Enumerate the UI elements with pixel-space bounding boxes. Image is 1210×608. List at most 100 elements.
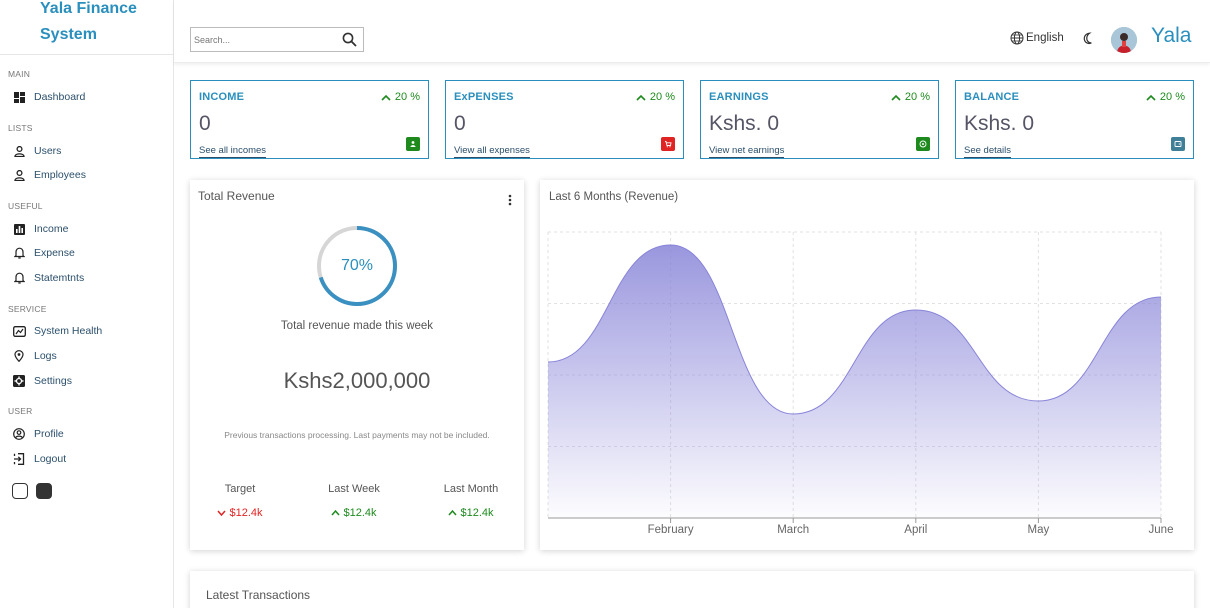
sidebar-item-expense[interactable]: Expense [12,244,75,262]
avatar[interactable] [1111,27,1137,53]
latest-transactions-card: Latest Transactions [190,571,1194,608]
section-title-user: USER [8,406,33,416]
revenue-note: Previous transactions processing. Last p… [224,430,490,440]
username[interactable]: Yala [1151,24,1191,48]
chevron-up-icon [331,510,341,516]
section-title-main: MAIN [8,69,31,79]
bell-icon [12,271,26,285]
widget-percent: 20 % [381,91,420,103]
sidebar-item-logs[interactable]: Logs [12,347,57,365]
section-title-lists: LISTS [8,123,33,133]
location-icon [12,349,26,363]
app-title: Yala Finance System [40,0,160,48]
revenue-progress-label: 70% [340,257,374,274]
sidebar-item-label: Income [34,223,69,235]
chevron-up-icon [1146,94,1156,101]
widget-percent: 20 % [636,91,675,103]
sidebar-item-label: Settings [34,375,72,387]
chevron-up-icon [636,94,646,101]
chevron-up-icon [448,510,458,516]
dashboard-icon [12,90,26,104]
chevron-up-icon [381,94,391,101]
sidebar-item-profile[interactable]: Profile [12,425,64,443]
chevron-down-icon [217,510,227,516]
monitor-icon [12,324,26,338]
widget-percent-value: 20 % [394,91,420,103]
widget-percent: 20 % [1146,91,1185,103]
stat-value-text: $12.4k [460,507,494,519]
sidebar-item-system-health[interactable]: System Health [12,322,102,340]
chevron-up-icon [891,94,901,101]
sidebar-item-label: Logout [34,453,67,465]
widget-link[interactable]: See details [964,145,1012,158]
stat-target: Target $12.4k [195,483,285,519]
logout-icon [12,452,26,466]
dark-mode-icon[interactable] [1081,32,1094,50]
app-title-line1: Yala Finance [40,0,137,17]
sidebar-item-label: Users [34,145,62,157]
user-icon [12,144,26,158]
logo[interactable]: Yala Finance System [0,0,173,55]
search-icon[interactable] [342,32,357,52]
sidebar-item-users[interactable]: Users [12,142,61,160]
sidebar-item-label: Profile [34,428,64,440]
topbar: English Yala [174,0,1210,63]
sidebar-item-logout[interactable]: Logout [12,450,66,468]
revenue-title: Total Revenue [198,189,275,203]
stat-value-text: $12.4k [343,507,377,519]
x-tick-label-april: April [904,524,927,536]
profile-icon [12,427,26,441]
theme-light-button[interactable] [12,483,28,499]
app-title-line2: System [40,26,97,43]
widget-expenses: ExPENSES 20 % 0 View all expenses [445,80,684,159]
widget-title: INCOME [199,91,245,103]
user-icon [12,168,26,182]
sidebar-item-statements[interactable]: Statemtnts [12,269,84,287]
theme-dark-button[interactable] [36,483,52,499]
widget-link[interactable]: View net earnings [709,145,785,158]
cart-icon [661,137,675,151]
widget-value: 0 [199,112,211,135]
search-input[interactable] [194,31,334,48]
sidebar-item-label: System Health [34,325,103,337]
sidebar-item-label: Logs [34,350,57,362]
stat-label: Last Month [443,483,499,495]
widget-link[interactable]: See all incomes [199,145,267,158]
revenue-area-series [548,245,1161,518]
widget-balance: BALANCE 20 % Kshs. 0 See details [955,80,1194,159]
widget-value: Kshs. 0 [964,112,1035,135]
settings-icon [12,374,26,388]
bell-icon [12,246,26,260]
sidebar-item-settings[interactable]: Settings [12,372,72,390]
widget-link[interactable]: View all expenses [454,145,530,158]
sidebar: Yala Finance System MAIN Dashboard LISTS… [0,0,174,608]
search-box [190,27,364,52]
sidebar-item-employees[interactable]: Employees [12,166,86,184]
total-revenue-card: Total Revenue 70% Total revenue made thi… [190,180,524,550]
revenue-amount: Kshs2,000,000 [283,368,431,393]
sidebar-item-dashboard[interactable]: Dashboard [12,88,85,106]
widget-title: ExPENSES [454,91,514,103]
x-tick-label-june: June [1149,524,1174,536]
stat-value-text: $12.4k [229,507,263,519]
x-tick-label-march: March [777,524,809,536]
language-selector[interactable]: English [1010,31,1064,45]
section-title-service: SERVICE [8,304,47,314]
stat-label: Last Week [328,483,380,495]
money-icon [916,137,930,151]
widget-title: BALANCE [964,91,1020,103]
widget-income: INCOME 20 % 0 See all incomes [190,80,429,159]
revenue-subtitle: Total revenue made this week [280,320,434,332]
widget-percent-value: 20 % [1159,91,1185,103]
widget-earnings: EARNINGS 20 % Kshs. 0 View net earnings [700,80,939,159]
sidebar-item-income[interactable]: Income [12,220,68,238]
transactions-title: Latest Transactions [206,588,311,602]
app: Yala Finance System MAIN Dashboard LISTS… [0,0,1210,608]
stat-last-month: Last Month $12.4k [426,483,516,519]
stat-last-week: Last Week $12.4k [309,483,399,519]
x-tick-label-february: February [648,524,694,536]
more-options-icon[interactable] [508,193,512,211]
stat-value: $12.4k [195,507,285,519]
widget-title: EARNINGS [709,91,769,103]
stat-label: Target [224,483,256,495]
